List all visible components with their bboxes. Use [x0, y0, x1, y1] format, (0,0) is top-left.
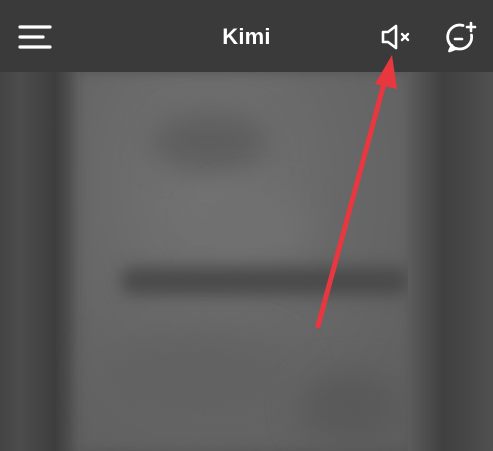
blur-shape [95, 332, 295, 422]
blur-band [120, 267, 410, 295]
content-right-edge [408, 72, 493, 451]
mute-sound-button[interactable] [378, 22, 414, 52]
content-left-edge [0, 72, 80, 451]
new-chat-button[interactable] [443, 20, 479, 54]
blurred-content-area [0, 72, 493, 451]
blur-shape [150, 112, 270, 172]
speaker-mute-icon [381, 24, 410, 50]
top-app-bar: Kimi [0, 0, 493, 72]
blur-shape [200, 192, 310, 262]
new-chat-icon [446, 21, 477, 53]
app-title: Kimi [222, 24, 271, 49]
blur-shape [300, 372, 400, 442]
